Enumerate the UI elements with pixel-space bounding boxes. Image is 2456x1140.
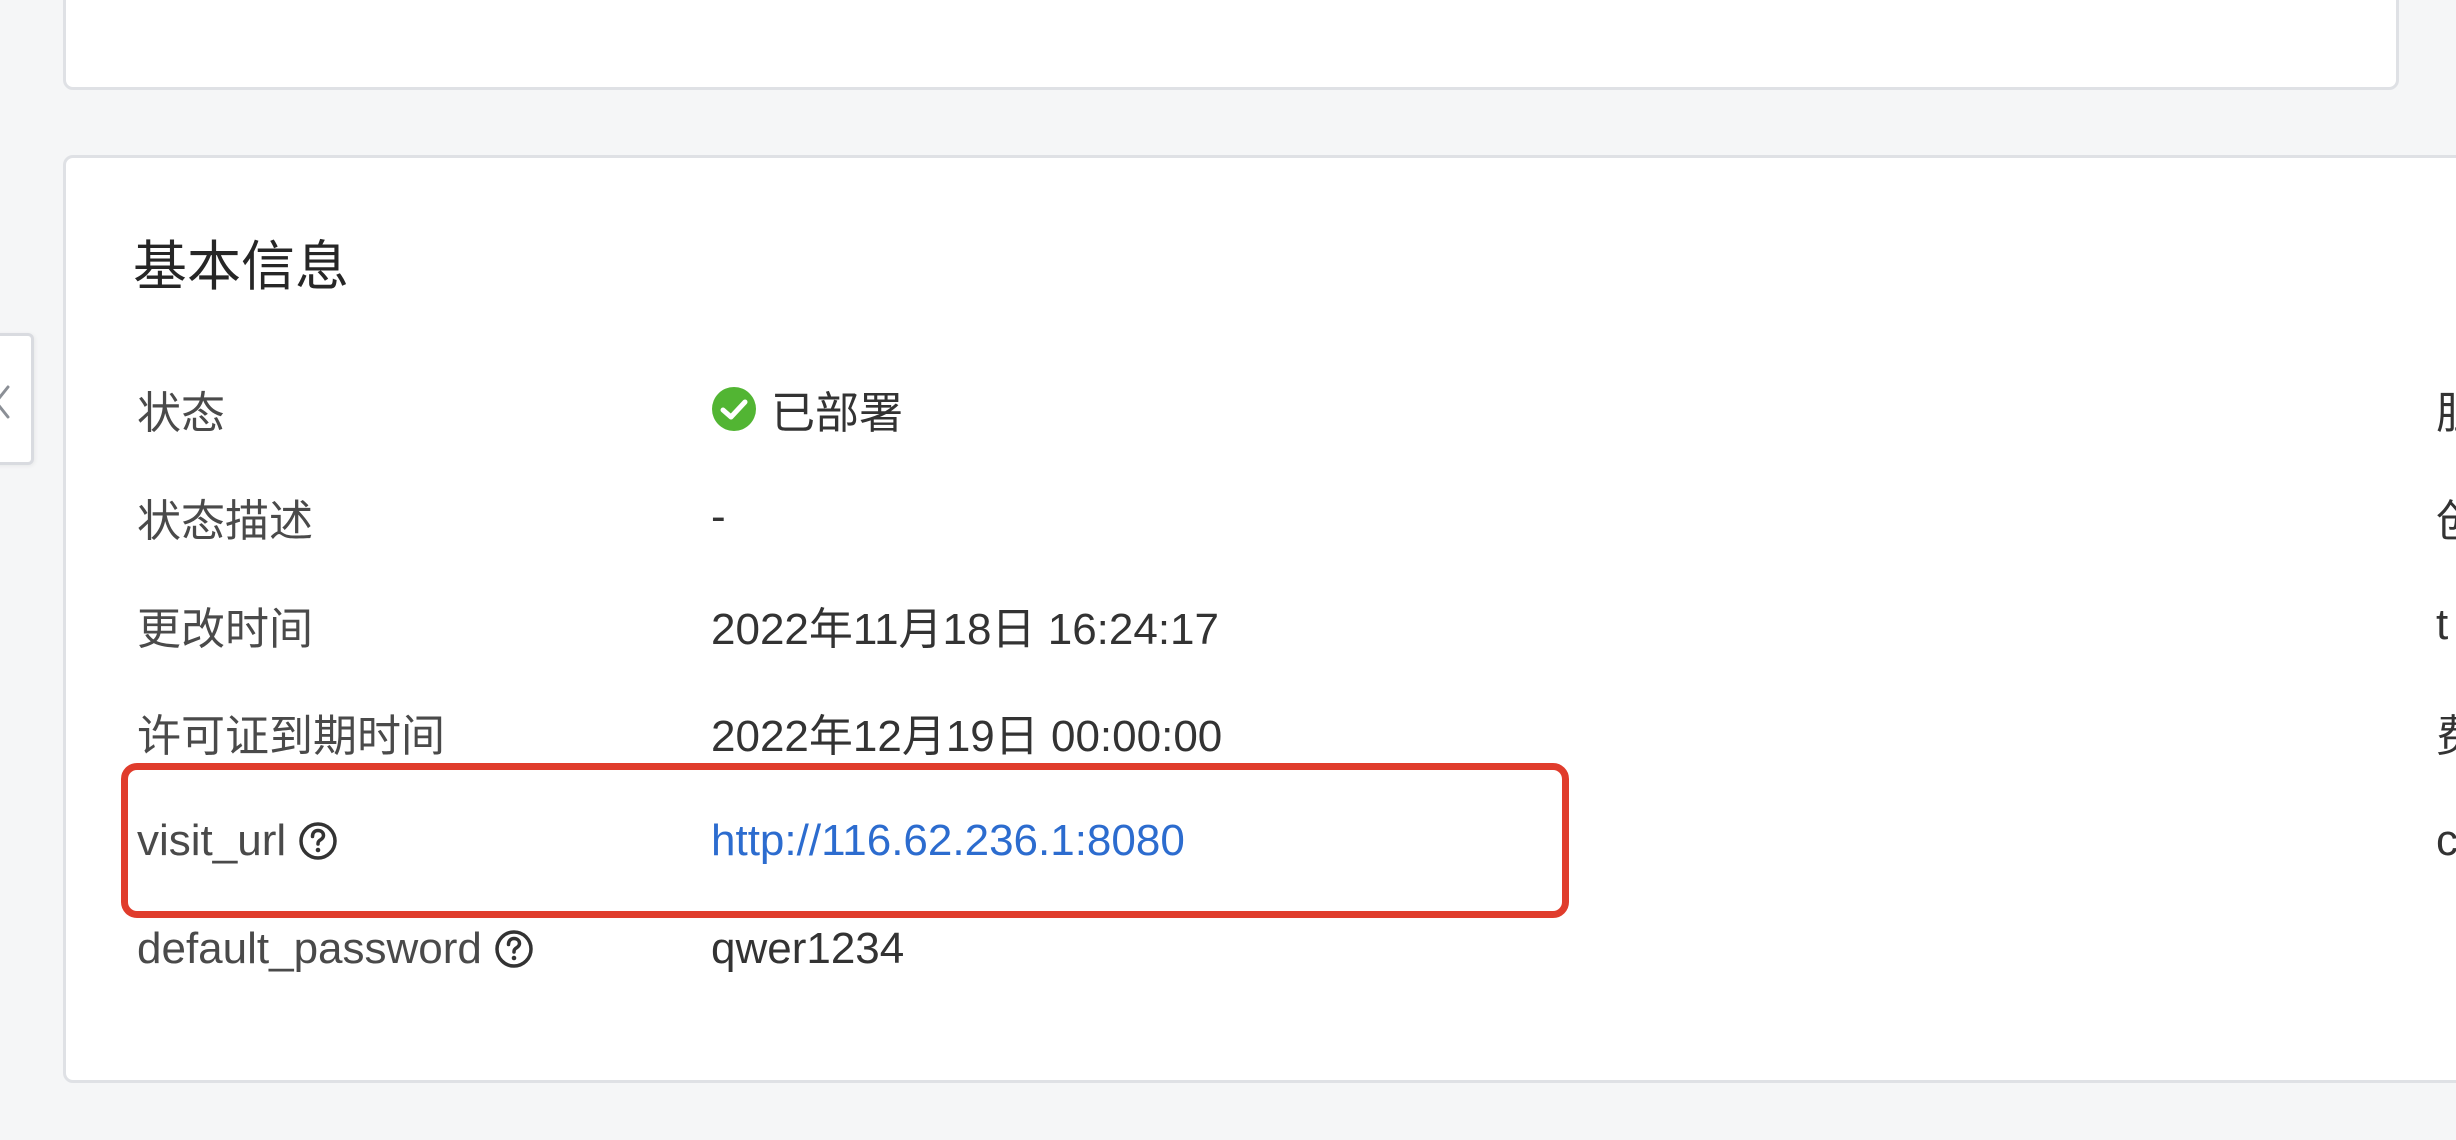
question-circle-icon[interactable]	[494, 929, 534, 969]
default-password-label-text: default_password	[137, 924, 482, 973]
default-password-label: default_password	[137, 914, 534, 984]
section-title: 基本信息	[133, 237, 349, 297]
check-circle-icon	[711, 386, 757, 432]
info-row-default-password: default_password qwer1234	[0, 914, 2456, 984]
status-description-label: 状态描述	[137, 497, 313, 546]
right-column-label: 胆	[2436, 374, 2456, 444]
right-column-label: t	[2436, 600, 2449, 649]
right-column-label: c	[2436, 816, 2456, 865]
highlight-annotation-box	[121, 763, 1569, 918]
right-column-label: 费	[2436, 697, 2456, 767]
status-value: 已部署	[711, 374, 903, 444]
right-column-label: 创	[2436, 482, 2456, 552]
default-password-value: qwer1234	[711, 924, 905, 973]
info-row-status: 状态 已部署 胆	[0, 374, 2456, 444]
status-description-value: -	[711, 492, 726, 541]
modified-time-value: 2022年11月18日 16:24:17	[711, 605, 1219, 654]
modified-time-label: 更改时间	[137, 605, 313, 654]
status-text: 已部署	[771, 389, 903, 438]
license-expiry-value: 2022年12月19日 00:00:00	[711, 712, 1223, 761]
license-expiry-label: 许可证到期时间	[137, 712, 445, 761]
previous-card	[63, 0, 2399, 90]
info-row-modified-time: 更改时间 2022年11月18日 16:24:17 t	[0, 590, 2456, 660]
info-row-status-description: 状态描述 - 创	[0, 482, 2456, 552]
info-row-license-expiry: 许可证到期时间 2022年12月19日 00:00:00 费	[0, 697, 2456, 767]
status-label: 状态	[137, 389, 225, 438]
